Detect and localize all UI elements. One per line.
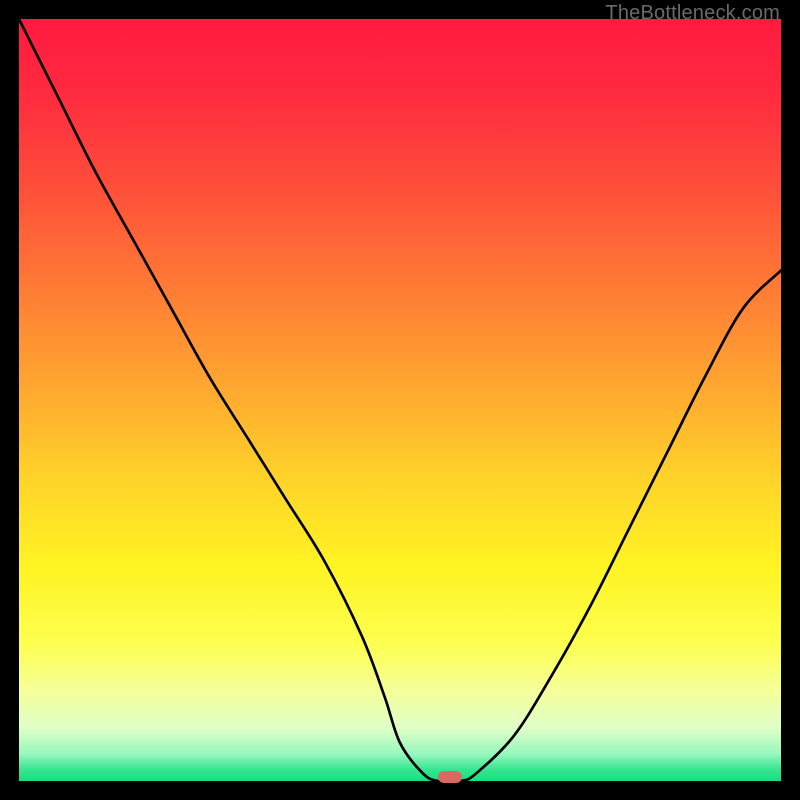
attribution-text: TheBottleneck.com	[605, 2, 780, 25]
bottleneck-curve	[19, 19, 781, 781]
chart-frame	[19, 19, 781, 781]
optimal-marker	[438, 771, 462, 783]
